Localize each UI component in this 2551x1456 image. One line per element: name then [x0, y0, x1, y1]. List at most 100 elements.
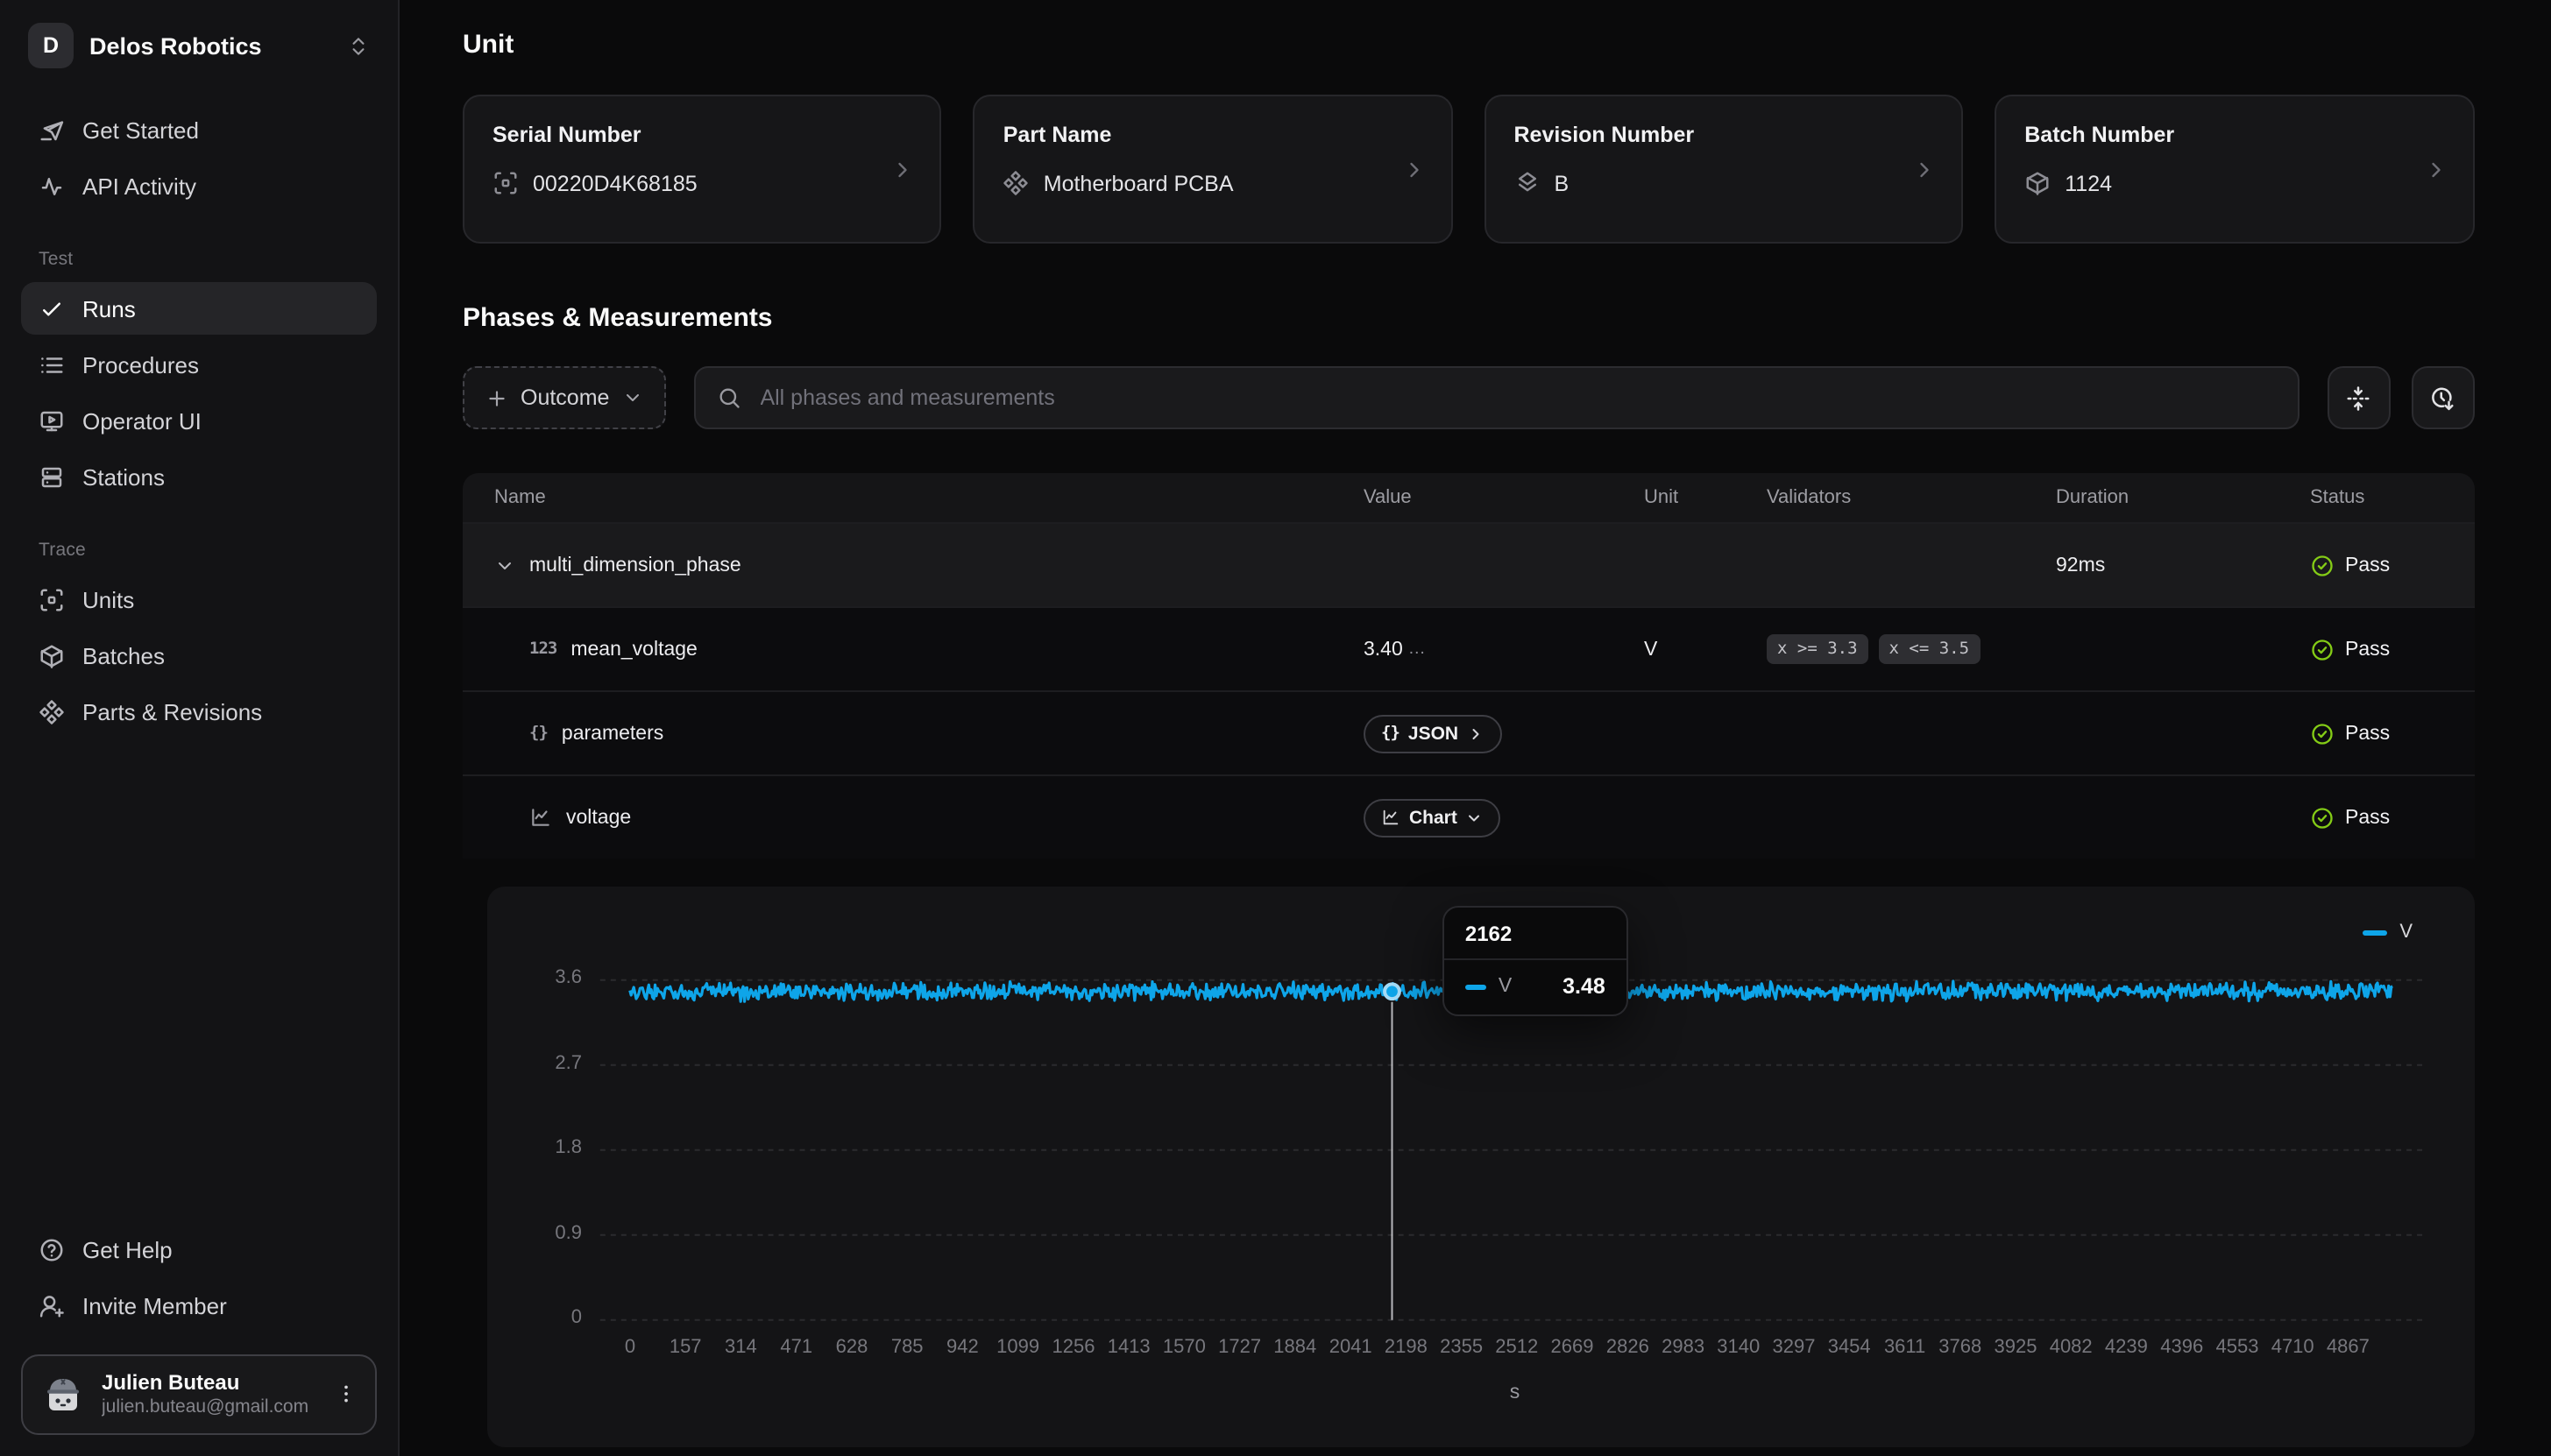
chevrons-up-down-icon: [347, 34, 370, 57]
card-label: Batch Number: [2024, 123, 2444, 147]
sidebar-item-batches[interactable]: Batches: [21, 629, 377, 682]
measurement-name: voltage: [566, 807, 631, 828]
sidebar-item-label: Units: [82, 586, 134, 612]
json-viewer-button[interactable]: {} JSON: [1364, 714, 1502, 753]
status-label: Pass: [2345, 723, 2390, 744]
card-value-text: B: [1555, 171, 1570, 195]
circle-check-icon: [2310, 721, 2335, 746]
x-tick-label: 942: [946, 1337, 979, 1358]
sidebar-item-parts-revisions[interactable]: Parts & Revisions: [21, 685, 377, 738]
chart-line-icon: [1381, 808, 1400, 827]
sidebar-item-units[interactable]: Units: [21, 573, 377, 626]
card-value-text: Motherboard PCBA: [1044, 171, 1234, 195]
collapse-all-button[interactable]: [2327, 366, 2390, 429]
card-batch-number[interactable]: Batch Number 1124: [1995, 95, 2474, 244]
org-logo: D: [28, 23, 74, 68]
clock-download-icon: [2429, 385, 2455, 411]
chevron-right-icon: [891, 157, 916, 181]
sidebar-item-get-started[interactable]: Get Started: [21, 103, 377, 156]
x-tick-label: 2512: [1495, 1337, 1538, 1358]
sidebar-section-trace: Trace: [39, 540, 377, 561]
unit-cards: Serial Number 00220D4K68185 Part Name: [463, 95, 2474, 244]
sidebar-bottom: Get Help Invite Member Julien Buteau jul…: [21, 1225, 377, 1435]
x-axis-label: s: [1510, 1382, 1520, 1403]
chart-pill-label: Chart: [1409, 807, 1457, 828]
phases-toolbar: Outcome: [463, 366, 2474, 429]
card-label: Revision Number: [1514, 123, 1934, 147]
x-tick-label: 3925: [1995, 1337, 2037, 1358]
circle-check-icon: [2310, 805, 2335, 830]
sidebar-item-stations[interactable]: Stations: [21, 450, 377, 503]
column-header-validators: Validators: [1753, 487, 2042, 508]
app-root: D Delos Robotics Get Started API Activit…: [0, 0, 2551, 1456]
kebab-menu-icon[interactable]: [335, 1383, 358, 1406]
history-button[interactable]: [2411, 366, 2474, 429]
braces-icon: {}: [1381, 724, 1400, 743]
table-row-phase[interactable]: multi_dimension_phase 92ms Pass: [463, 522, 2474, 606]
sidebar-item-label: Stations: [82, 463, 165, 490]
org-name: Delos Robotics: [89, 32, 331, 59]
chart-line-icon: [529, 806, 552, 829]
sidebar-item-invite-member[interactable]: Invite Member: [21, 1281, 377, 1333]
chevron-right-icon: [2423, 157, 2448, 181]
sidebar-nav: Get Started API Activity Test Runs: [21, 103, 377, 738]
x-tick-label: 1413: [1108, 1337, 1151, 1358]
sidebar-item-runs[interactable]: Runs: [21, 282, 377, 335]
page-title: Unit: [463, 30, 2474, 60]
x-tick-label: 157: [670, 1337, 702, 1358]
x-tick-label: 3297: [1773, 1337, 1816, 1358]
search-input[interactable]: [756, 384, 2276, 412]
sidebar-item-procedures[interactable]: Procedures: [21, 338, 377, 391]
measurement-name: parameters: [562, 723, 663, 744]
phases-heading: Phases & Measurements: [463, 303, 2474, 333]
user-profile-card[interactable]: Julien Buteau julien.buteau@gmail.com: [21, 1354, 377, 1435]
status-label: Pass: [2345, 807, 2390, 828]
scan-icon: [39, 586, 65, 612]
sidebar-item-label: Get Started: [82, 117, 199, 143]
x-tick-label: 4082: [2050, 1337, 2093, 1358]
table-row-mean-voltage[interactable]: 123 mean_voltage 3.40 … V x >= 3.3 x <= …: [463, 606, 2474, 690]
tooltip-x-value: 2162: [1444, 908, 1626, 958]
help-circle-icon: [39, 1238, 65, 1264]
y-tick-label: 3.6: [487, 968, 582, 989]
json-pill-label: JSON: [1408, 723, 1458, 744]
tooltip-value: 3.48: [1562, 974, 1605, 999]
circle-check-icon: [2310, 637, 2335, 661]
user-email: julien.buteau@gmail.com: [102, 1396, 319, 1419]
table-row-parameters[interactable]: {} parameters {} JSON: [463, 690, 2474, 774]
sidebar-item-get-help[interactable]: Get Help: [21, 1225, 377, 1277]
numeric-type-icon: 123: [529, 640, 556, 659]
x-tick-label: 4710: [2271, 1337, 2314, 1358]
voltage-chart-section: V 00.91.82.73.6 015731447162878594210991…: [487, 887, 2474, 1447]
fold-vertical-icon: [2345, 385, 2371, 411]
card-revision-number[interactable]: Revision Number B: [1485, 95, 1964, 244]
x-tick-label: 2198: [1385, 1337, 1428, 1358]
monitor-play-icon: [39, 407, 65, 434]
tooltip-series-label: V: [1499, 976, 1550, 997]
validator-chip: x <= 3.5: [1879, 634, 1981, 664]
sidebar-item-label: Invite Member: [82, 1294, 227, 1320]
x-tick-label: 4239: [2105, 1337, 2148, 1358]
x-tick-label: 3768: [1938, 1337, 1981, 1358]
outcome-filter-button[interactable]: Outcome: [463, 366, 665, 429]
sidebar-item-label: API Activity: [82, 173, 196, 199]
tooltip-series-marker: [1465, 984, 1486, 989]
x-tick-label: 4867: [2327, 1337, 2370, 1358]
package-icon: [39, 642, 65, 668]
activity-icon: [39, 173, 65, 199]
column-header-status: Status: [2296, 487, 2473, 508]
search-bar[interactable]: [693, 366, 2299, 429]
card-label: Part Name: [1003, 123, 1423, 147]
org-switcher[interactable]: D Delos Robotics: [21, 19, 377, 72]
sidebar: D Delos Robotics Get Started API Activit…: [0, 0, 400, 1456]
voltage-chart-panel[interactable]: V 00.91.82.73.6 015731447162878594210991…: [487, 887, 2474, 1447]
x-tick-label: 4553: [2216, 1337, 2259, 1358]
chevron-down-icon[interactable]: [494, 555, 515, 576]
sidebar-item-operator-ui[interactable]: Operator UI: [21, 394, 377, 447]
sidebar-item-api-activity[interactable]: API Activity: [21, 159, 377, 212]
list-icon: [39, 351, 65, 378]
table-row-voltage[interactable]: voltage Chart: [463, 774, 2474, 859]
card-serial-number[interactable]: Serial Number 00220D4K68185: [463, 95, 942, 244]
chart-toggle-button[interactable]: Chart: [1364, 798, 1501, 837]
card-part-name[interactable]: Part Name Motherboard PCBA: [974, 95, 1453, 244]
